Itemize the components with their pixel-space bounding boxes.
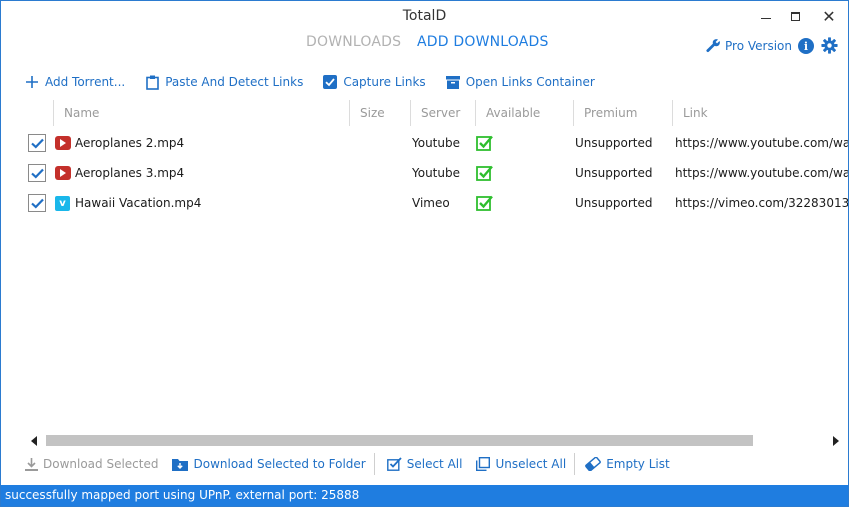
- add-torrent-label: Add Torrent...: [45, 75, 126, 89]
- close-icon: ✕: [822, 6, 836, 26]
- eraser-icon: [585, 457, 602, 471]
- title-bar: TotalD ✕: [1, 1, 848, 31]
- open-links-container-label: Open Links Container: [465, 75, 595, 89]
- gear-icon[interactable]: [821, 37, 838, 54]
- table-row[interactable]: Aeroplanes 2.mp4 Youtube Unsupported htt…: [1, 128, 848, 158]
- status-text: successfully mapped port using UPnP. ext…: [5, 488, 360, 502]
- wrench-icon: [706, 39, 720, 53]
- row-checkbox[interactable]: [28, 194, 46, 212]
- file-size: [359, 128, 409, 158]
- checkmark-icon: [30, 168, 44, 179]
- empty-list-label: Empty List: [606, 457, 670, 471]
- vimeo-icon: v: [55, 196, 70, 211]
- link-toolbar: Add Torrent... Paste And Detect Links Ca…: [25, 73, 615, 91]
- capture-links-button[interactable]: Capture Links: [323, 75, 426, 89]
- file-link: https://www.youtube.com/watch: [675, 136, 848, 150]
- select-all-icon: [386, 457, 402, 471]
- server-name: Youtube: [412, 136, 460, 150]
- divider: [574, 453, 576, 475]
- close-button[interactable]: ✕: [814, 5, 844, 27]
- premium-status: Unsupported: [575, 166, 653, 180]
- premium-status: Unsupported: [575, 136, 653, 150]
- download-to-folder-button[interactable]: Download Selected to Folder: [172, 457, 373, 471]
- archive-box-icon: [445, 75, 460, 89]
- add-torrent-button[interactable]: Add Torrent...: [25, 75, 125, 89]
- premium-status: Unsupported: [575, 196, 653, 210]
- minimize-icon: [761, 17, 771, 19]
- download-icon: [25, 457, 38, 471]
- download-to-folder-label: Download Selected to Folder: [193, 457, 366, 471]
- file-size: [359, 188, 409, 218]
- youtube-icon: [55, 166, 71, 180]
- pro-version-link[interactable]: Pro Version: [706, 38, 792, 53]
- app-window: TotalD ✕ DOWNLOADS ADD DOWNLOADS Pro Ver…: [0, 0, 849, 507]
- maximize-icon: [790, 11, 800, 21]
- checkmark-icon: [30, 198, 44, 209]
- scrollbar-thumb[interactable]: [46, 435, 753, 446]
- server-name: Youtube: [412, 166, 460, 180]
- scroll-left-icon[interactable]: [31, 436, 37, 446]
- unselect-all-button[interactable]: Unselect All: [476, 457, 574, 471]
- scroll-right-icon[interactable]: [833, 436, 839, 446]
- file-name: Aeroplanes 3.mp4: [75, 166, 185, 180]
- server-name: Vimeo: [412, 196, 450, 210]
- available-check-icon: [476, 135, 493, 151]
- plus-icon: [25, 75, 39, 89]
- column-header-name[interactable]: Name: [53, 100, 349, 126]
- column-header-link[interactable]: Link: [672, 100, 848, 126]
- file-size: [359, 158, 409, 188]
- column-header-premium[interactable]: Premium: [573, 100, 672, 126]
- table-header: Name Size Server Available Premium Link: [1, 100, 848, 126]
- download-selected-button[interactable]: Download Selected: [25, 457, 166, 471]
- paste-detect-button[interactable]: Paste And Detect Links: [145, 75, 304, 90]
- tab-add-downloads[interactable]: ADD DOWNLOADS: [417, 34, 549, 50]
- minimize-button[interactable]: [751, 5, 781, 27]
- column-header-server[interactable]: Server: [410, 100, 475, 126]
- select-all-button[interactable]: Select All: [386, 457, 471, 471]
- empty-list-button[interactable]: Empty List: [585, 457, 678, 471]
- row-checkbox[interactable]: [28, 134, 46, 152]
- file-name: Hawaii Vacation.mp4: [75, 196, 202, 210]
- checkmark-icon: [30, 138, 44, 149]
- unselect-all-label: Unselect All: [495, 457, 567, 471]
- status-bar: successfully mapped port using UPnP. ext…: [1, 485, 848, 506]
- checkbox-icon: [323, 75, 338, 89]
- info-icon[interactable]: i: [798, 38, 814, 54]
- folder-download-icon: [172, 458, 189, 471]
- tab-downloads[interactable]: DOWNLOADS: [306, 34, 401, 50]
- column-header-size[interactable]: Size: [349, 100, 410, 126]
- open-links-container-button[interactable]: Open Links Container: [445, 75, 595, 89]
- table-row[interactable]: v Hawaii Vacation.mp4 Vimeo Unsupported …: [1, 188, 848, 218]
- bottom-action-bar: Download Selected Download Selected to F…: [25, 453, 678, 475]
- horizontal-scrollbar[interactable]: [29, 433, 841, 449]
- file-link: https://www.youtube.com/watch: [675, 166, 848, 180]
- clipboard-icon: [145, 75, 159, 90]
- capture-links-label: Capture Links: [343, 75, 426, 89]
- select-all-label: Select All: [406, 457, 463, 471]
- table-row[interactable]: Aeroplanes 3.mp4 Youtube Unsupported htt…: [1, 158, 848, 188]
- file-link: https://vimeo.com/32283013: [675, 196, 848, 210]
- row-checkbox[interactable]: [28, 164, 46, 182]
- paste-detect-label: Paste And Detect Links: [165, 75, 304, 89]
- file-name: Aeroplanes 2.mp4: [75, 136, 185, 150]
- pro-version-label: Pro Version: [725, 38, 792, 53]
- youtube-icon: [55, 136, 71, 150]
- divider: [373, 453, 375, 475]
- download-selected-label: Download Selected: [43, 457, 159, 471]
- download-list: Aeroplanes 2.mp4 Youtube Unsupported htt…: [1, 128, 848, 218]
- available-check-icon: [476, 195, 493, 211]
- window-title: TotalD: [402, 8, 447, 24]
- unselect-all-icon: [476, 457, 491, 471]
- available-check-icon: [476, 165, 493, 181]
- maximize-button[interactable]: [780, 5, 810, 27]
- column-header-available[interactable]: Available: [475, 100, 573, 126]
